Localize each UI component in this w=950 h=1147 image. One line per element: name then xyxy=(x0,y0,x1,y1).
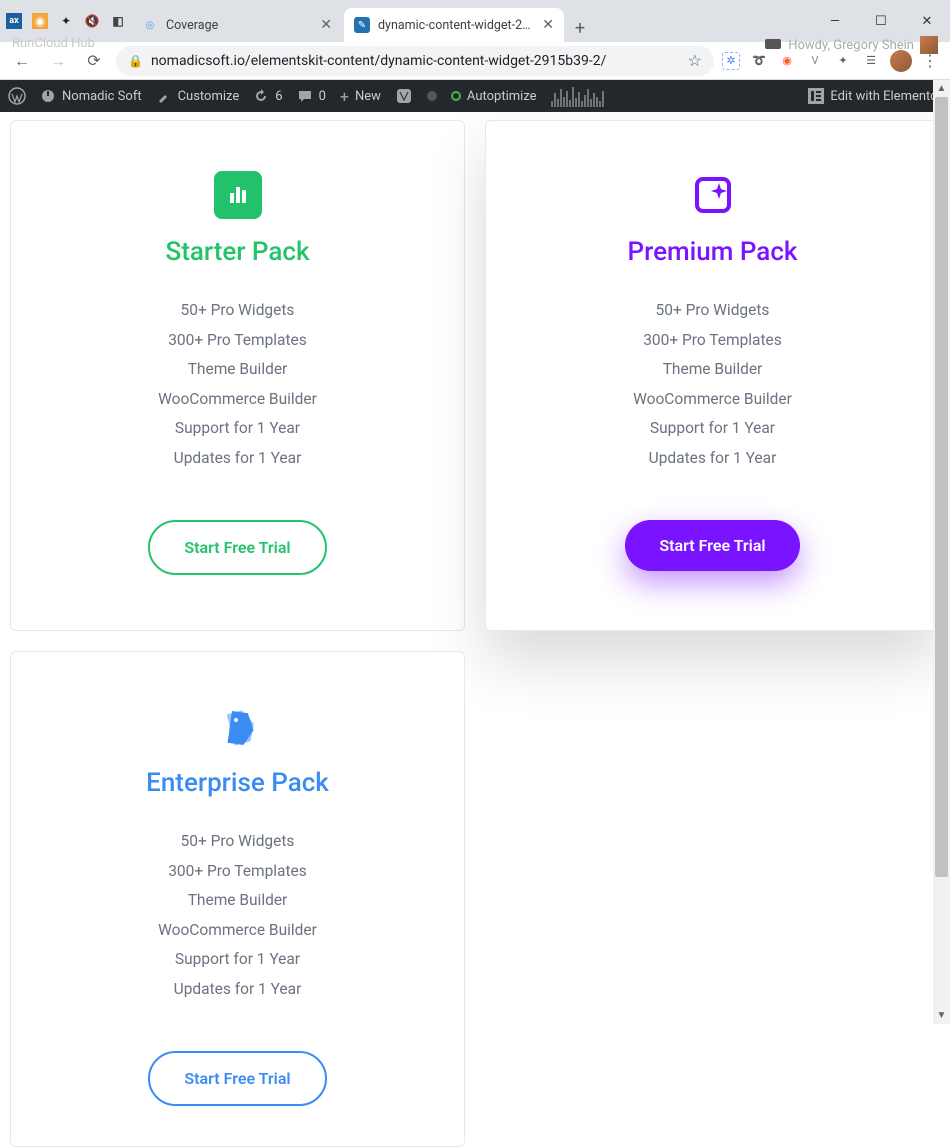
extensions-puzzle-icon[interactable]: ✦ xyxy=(834,52,852,70)
scrollbar-thumb[interactable] xyxy=(935,97,948,877)
wp-customize-label: Customize xyxy=(178,89,240,104)
autoptimize-status-icon xyxy=(451,91,461,101)
wp-site-label: Nomadic Soft xyxy=(62,89,142,104)
enterprise-icon xyxy=(214,702,262,750)
elementor-icon xyxy=(808,88,824,104)
wp-autoptimize-label: Autoptimize xyxy=(467,89,537,104)
feature-item: Updates for 1 Year xyxy=(41,451,434,467)
scroll-down-arrow[interactable]: ▼ xyxy=(933,1007,950,1024)
dashboard-icon xyxy=(40,88,56,104)
wp-logo[interactable] xyxy=(8,87,26,105)
tab-favicon-coverage: ◎ xyxy=(142,17,158,33)
pinned-tab-icon-2[interactable]: ◉ xyxy=(32,13,48,29)
feature-item: Support for 1 Year xyxy=(41,421,434,437)
pinned-tab-icon-4[interactable]: 🔇 xyxy=(84,13,100,29)
bookmark-star-icon[interactable]: ☆ xyxy=(688,51,702,70)
feature-item: WooCommerce Builder xyxy=(41,923,434,939)
url-text: nomadicsoft.io/elementskit-content/dynam… xyxy=(151,53,606,69)
feature-item: WooCommerce Builder xyxy=(41,392,434,408)
wp-analytics-sparkline[interactable] xyxy=(551,85,651,107)
pricing-card-starter: Starter Pack 50+ Pro Widgets 300+ Pro Te… xyxy=(10,120,465,631)
wp-customize[interactable]: Customize xyxy=(156,88,240,104)
tab-close-icon[interactable]: ✕ xyxy=(320,17,332,33)
lock-icon: 🔒 xyxy=(128,54,143,68)
refresh-icon xyxy=(253,88,269,104)
pinned-tab-icon-1[interactable]: ax xyxy=(6,13,22,29)
sparkle-frame-icon xyxy=(691,173,735,217)
url-input[interactable]: 🔒 nomadicsoft.io/elementskit-content/dyn… xyxy=(116,46,714,76)
wp-site-name[interactable]: Nomadic Soft xyxy=(40,88,142,104)
feature-item: Support for 1 Year xyxy=(516,421,909,437)
starter-icon xyxy=(214,171,262,219)
brush-icon xyxy=(156,88,172,104)
wp-updates-count: 6 xyxy=(275,89,282,104)
pricing-card-enterprise: Enterprise Pack 50+ Pro Widgets 300+ Pro… xyxy=(10,651,465,1147)
wp-updates[interactable]: 6 xyxy=(253,88,282,104)
start-free-trial-button[interactable]: Start Free Trial xyxy=(148,520,326,575)
extension-icon-1[interactable]: ✲ xyxy=(722,52,740,70)
extension-icon-4[interactable]: V xyxy=(806,52,824,70)
pinned-tab-icon-3[interactable]: ✦ xyxy=(58,13,74,29)
start-free-trial-button[interactable]: Start Free Trial xyxy=(148,1051,326,1106)
tab-coverage[interactable]: ◎ Coverage ✕ xyxy=(132,8,342,42)
feature-item: 300+ Pro Templates xyxy=(41,864,434,880)
scroll-up-arrow[interactable]: ▲ xyxy=(933,80,950,97)
feature-item: Updates for 1 Year xyxy=(41,982,434,998)
wp-comments-count: 0 xyxy=(319,89,326,104)
premium-icon xyxy=(689,171,737,219)
wordpress-icon xyxy=(8,87,26,105)
wp-edit-elementor[interactable]: Edit with Elementor xyxy=(808,88,942,104)
comment-icon xyxy=(297,88,313,104)
wp-new-label: New xyxy=(355,89,381,104)
tab-dynamic-content[interactable]: ✎ dynamic-content-widget-2915b3 ✕ xyxy=(344,8,564,42)
tags-icon xyxy=(216,704,260,748)
wp-new[interactable]: + New xyxy=(340,87,381,106)
tab-label: dynamic-content-widget-2915b3 xyxy=(378,18,534,33)
feature-item: 50+ Pro Widgets xyxy=(41,834,434,850)
feature-item: Support for 1 Year xyxy=(41,952,434,968)
tab-close-icon[interactable]: ✕ xyxy=(542,17,554,33)
reading-list-icon[interactable]: ☰ xyxy=(862,52,880,70)
vertical-scrollbar[interactable]: ▲ ▼ xyxy=(933,80,950,1024)
extension-icon-2[interactable]: ➰ xyxy=(750,52,768,70)
yoast-icon xyxy=(395,87,413,105)
wp-status-dot[interactable] xyxy=(427,91,437,101)
feature-item: 300+ Pro Templates xyxy=(516,333,909,349)
wp-comments[interactable]: 0 xyxy=(297,88,326,104)
feature-item: WooCommerce Builder xyxy=(516,392,909,408)
card-title: Premium Pack xyxy=(516,237,909,267)
feature-item: Theme Builder xyxy=(41,893,434,909)
wp-admin-bar: Nomadic Soft Customize 6 0 + New Autopti… xyxy=(0,80,950,112)
wp-yoast[interactable] xyxy=(395,87,413,105)
feature-item: 50+ Pro Widgets xyxy=(516,303,909,319)
pinned-tab-icon-5[interactable]: ◧ xyxy=(110,13,126,29)
page-content: Starter Pack 50+ Pro Widgets 300+ Pro Te… xyxy=(0,112,950,1147)
extension-icon-3[interactable]: ◉ xyxy=(778,52,796,70)
wp-howdy[interactable]: Howdy, Gregory Shein xyxy=(764,36,938,54)
plus-icon: + xyxy=(340,87,349,106)
runcloud-label: RunCloud Hub xyxy=(12,36,95,51)
feature-item: Theme Builder xyxy=(41,362,434,378)
bar-chart-icon xyxy=(227,184,249,206)
pricing-card-premium: Premium Pack 50+ Pro Widgets 300+ Pro Te… xyxy=(485,120,940,631)
wp-autoptimize[interactable]: Autoptimize xyxy=(451,89,537,104)
wp-user-avatar xyxy=(920,36,938,54)
wp-howdy-label: Howdy, Gregory Shein xyxy=(788,38,914,53)
feature-item: 50+ Pro Widgets xyxy=(41,303,434,319)
tab-favicon-dynamic: ✎ xyxy=(354,17,370,33)
card-title: Enterprise Pack xyxy=(41,768,434,798)
tab-label: Coverage xyxy=(166,18,312,33)
feature-item: Theme Builder xyxy=(516,362,909,378)
feature-item: Updates for 1 Year xyxy=(516,451,909,467)
new-tab-button[interactable]: + xyxy=(566,14,594,42)
start-free-trial-button[interactable]: Start Free Trial xyxy=(625,520,799,571)
card-title: Starter Pack xyxy=(41,237,434,267)
wp-edit-elementor-label: Edit with Elementor xyxy=(830,89,942,104)
feature-item: 300+ Pro Templates xyxy=(41,333,434,349)
chat-icon xyxy=(764,36,782,54)
